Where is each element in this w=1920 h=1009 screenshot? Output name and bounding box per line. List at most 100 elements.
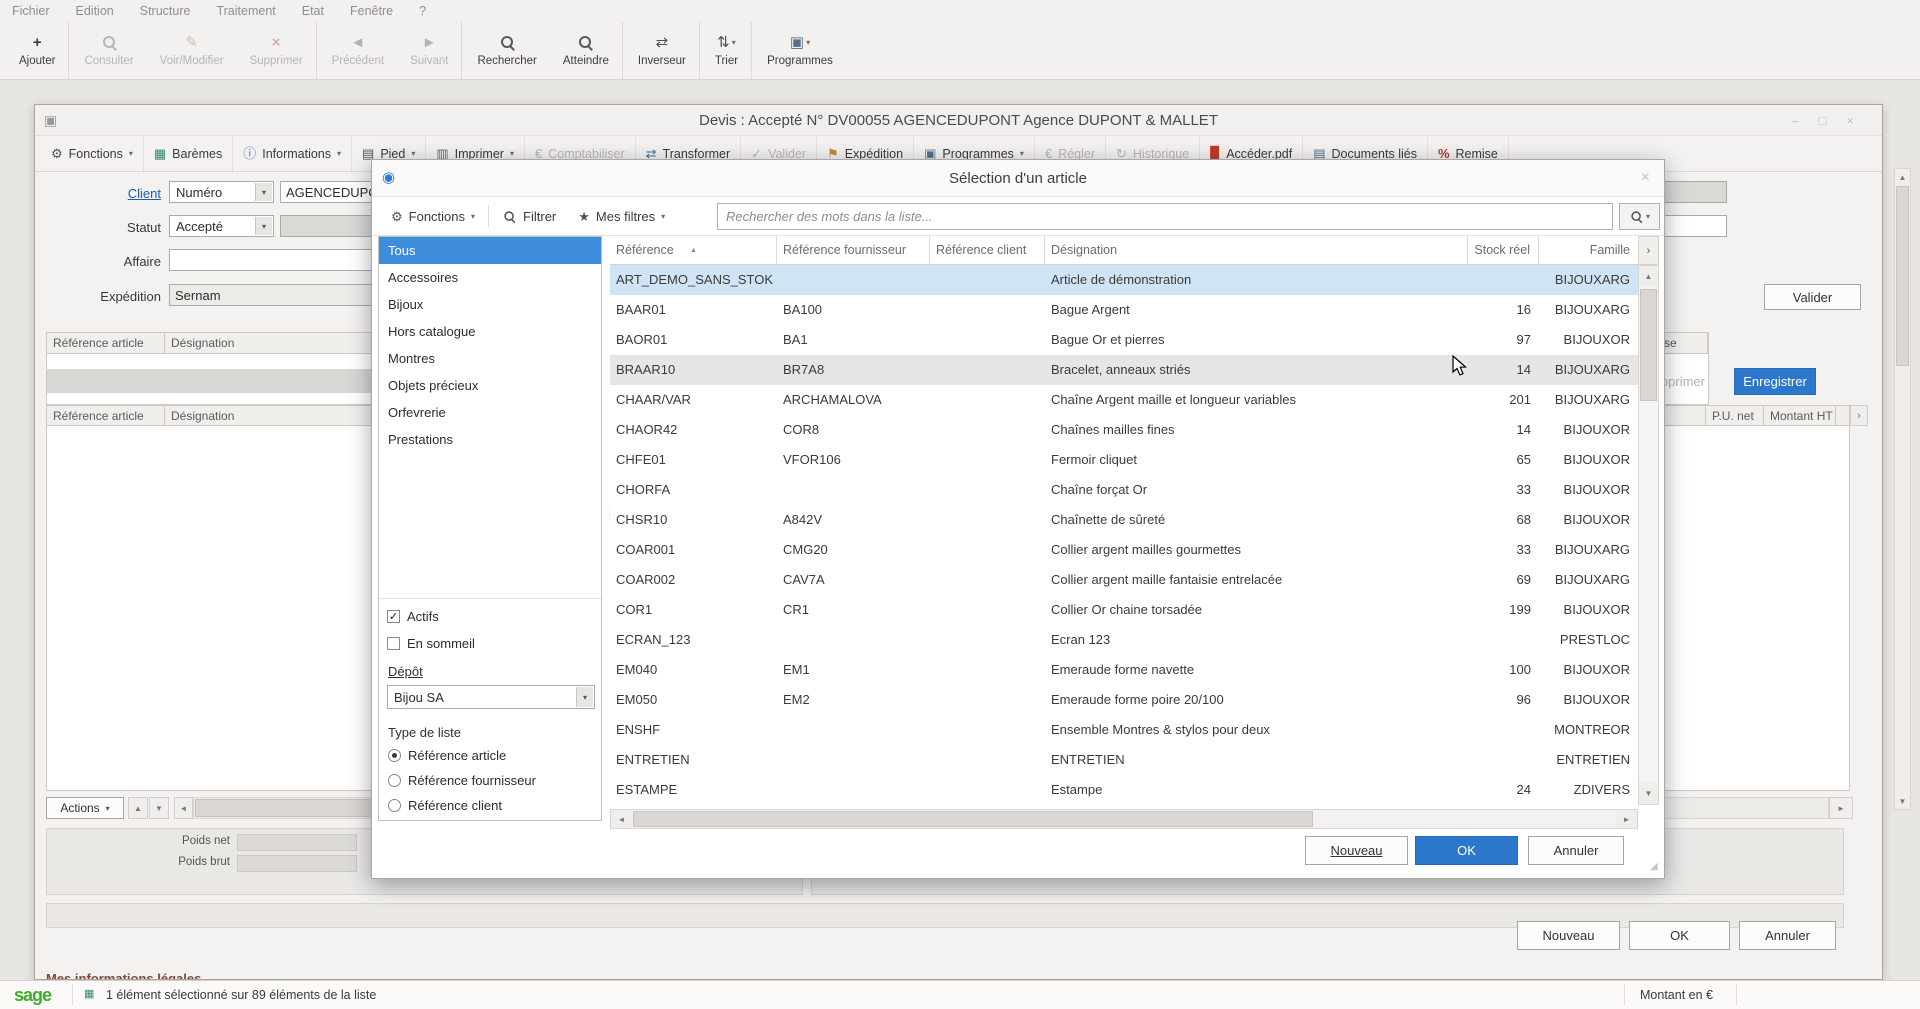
ok-button[interactable]: OK <box>1629 921 1730 950</box>
category-item[interactable]: Hors catalogue <box>379 318 601 345</box>
list-type-radio[interactable]: Référence fournisseur <box>388 773 536 788</box>
toolbar-button[interactable]: ▾ Voir/Modifier <box>147 22 237 79</box>
column-chooser-button[interactable]: › <box>1638 236 1659 265</box>
hscroll-thumb[interactable] <box>633 811 1313 827</box>
table-row[interactable]: ART_DEMO_SANS_STOK Article de démonstrat… <box>610 265 1638 295</box>
close-icon[interactable]: × <box>1846 113 1854 128</box>
nouveau-button[interactable]: Nouveau <box>1517 921 1620 950</box>
column-header[interactable]: P.U. net <box>1706 406 1764 425</box>
toolbar-button[interactable]: ▾ Rechercher <box>464 22 549 79</box>
client-link[interactable]: Client <box>81 186 161 201</box>
search-input[interactable] <box>717 203 1613 230</box>
toolbar-button[interactable]: ▾ Inverseur <box>625 22 700 79</box>
table-row[interactable]: ESTAMPE Estampe 24 ZDIVERS <box>610 775 1638 805</box>
table-row[interactable]: BAOR01 BA1 Bague Or et pierres 97 BIJOUX… <box>610 325 1638 355</box>
ribbon-button[interactable]: Fonctions ▾ <box>41 136 144 171</box>
menu-item[interactable]: Traitement <box>216 4 275 18</box>
category-item[interactable]: Orfevrerie <box>379 399 601 426</box>
row-up-button[interactable]: ▲ <box>128 797 148 819</box>
enregistrer-button[interactable]: Enregistrer <box>1734 368 1816 395</box>
table-row[interactable]: CHAOR42 COR8 Chaînes mailles fines 14 BI… <box>610 415 1638 445</box>
category-item[interactable]: Accessoires <box>379 264 601 291</box>
actifs-checkbox[interactable]: ✓ Actifs <box>387 609 439 624</box>
hscroll-left-button[interactable]: ◄ <box>611 810 632 828</box>
client-mode-select[interactable]: Numéro ▾ <box>169 181 274 203</box>
table-row[interactable]: ENSHF Ensemble Montres & stylos pour deu… <box>610 715 1638 745</box>
filtrer-button[interactable]: Filtrer <box>491 197 567 235</box>
dialog-ok-button[interactable]: OK <box>1415 836 1518 865</box>
depot-select[interactable]: Bijou SA ▾ <box>387 685 595 709</box>
table-row[interactable]: CHAAR/VAR ARCHAMALOVA Chaîne Argent mail… <box>610 385 1638 415</box>
column-header-famille[interactable]: Famille <box>1539 236 1638 265</box>
column-header-designation[interactable]: Désignation <box>1045 236 1468 265</box>
dialog-fonctions-button[interactable]: Fonctions ▾ <box>380 197 486 235</box>
table-row[interactable]: COAR001 CMG20 Collier argent mailles gou… <box>610 535 1638 565</box>
row-down-button[interactable]: ▼ <box>149 797 169 819</box>
menu-item[interactable]: Structure <box>140 4 191 18</box>
toolbar-button[interactable]: ▾ Atteindre <box>550 22 623 79</box>
table-row[interactable]: ECRAN_123 Ecran 123 PRESTLOC <box>610 625 1638 655</box>
toolbar-button[interactable]: ▾ Ajouter <box>6 22 69 79</box>
depot-label[interactable]: Dépôt <box>388 664 423 679</box>
category-item[interactable]: Prestations <box>379 426 601 453</box>
table-row[interactable]: CHFE01 VFOR106 Fermoir cliquet 65 BIJOUX… <box>610 445 1638 475</box>
vscroll-up-button[interactable]: ▲ <box>1639 266 1658 287</box>
toolbar-button[interactable]: ▾ Supprimer <box>237 22 317 79</box>
toolbar-button[interactable]: ▾ Suivant <box>397 22 462 79</box>
annuler-button[interactable]: Annuler <box>1739 921 1836 950</box>
toolbar-button[interactable]: ▾ Programmes <box>754 22 846 79</box>
toolbar-button[interactable]: ▾ Consulter <box>71 22 146 79</box>
dialog-annuler-button[interactable]: Annuler <box>1528 836 1624 865</box>
actions-button[interactable]: Actions ▾ <box>46 797 124 819</box>
hscroll-right-button[interactable]: ► <box>1616 810 1637 828</box>
list-type-radio[interactable]: Référence article <box>388 748 506 763</box>
menu-item[interactable]: Edition <box>76 4 114 18</box>
search-button[interactable]: ▾ <box>1619 203 1660 230</box>
ribbon-button[interactable]: Barèmes ▾ <box>144 136 233 171</box>
menu-item[interactable]: ? <box>419 4 426 18</box>
toolbar-button[interactable]: ▾ Précédent <box>319 22 397 79</box>
ribbon-button[interactable]: Informations ▾ <box>233 136 352 171</box>
close-icon[interactable]: × <box>1641 169 1650 187</box>
table-row[interactable]: COAR002 CAV7A Collier argent maille fant… <box>610 565 1638 595</box>
category-item[interactable]: Montres <box>379 345 601 372</box>
hscroll-left-button[interactable]: ◄ <box>174 797 193 819</box>
valider-button[interactable]: Valider <box>1764 284 1861 310</box>
table-row[interactable]: EM050 EM2 Emeraude forme poire 20/100 96… <box>610 685 1638 715</box>
window-titlebar[interactable]: Devis : Accepté N° DV00055 AGENCEDUPONT … <box>35 105 1882 136</box>
table-row[interactable]: EM040 EM1 Emeraude forme navette 100 BIJ… <box>610 655 1638 685</box>
column-header-stock[interactable]: Stock réel <box>1468 236 1539 265</box>
vscroll-thumb[interactable] <box>1896 186 1909 366</box>
dialog-nouveau-button[interactable]: Nouveau <box>1305 836 1408 865</box>
menu-item[interactable]: Fichier <box>12 4 50 18</box>
column-header[interactable]: Référence article <box>47 406 165 425</box>
minimize-icon[interactable]: – <box>1791 113 1798 128</box>
column-header-client[interactable]: Référence client <box>930 236 1045 265</box>
table-row[interactable]: BAAR01 BA100 Bague Argent 16 BIJOUXARG <box>610 295 1638 325</box>
table-row[interactable]: COR1 CR1 Collier Or chaine torsadée 199 … <box>610 595 1638 625</box>
vscroll-down-button[interactable]: ▼ <box>1895 793 1910 809</box>
resize-grip[interactable]: ◢ <box>1650 861 1658 872</box>
app-vscrollbar[interactable]: ▲ ▼ <box>1894 168 1911 810</box>
column-chooser-button[interactable]: › <box>1850 405 1868 426</box>
table-hscrollbar[interactable]: ◄ ► <box>610 809 1638 829</box>
vscroll-thumb[interactable] <box>1640 289 1657 401</box>
column-header-reference[interactable]: Référence▲ <box>610 236 777 265</box>
table-row[interactable]: CHSR10 A842V Chaînette de sûreté 68 BIJO… <box>610 505 1638 535</box>
hscroll-right-button[interactable]: ► <box>1829 797 1853 819</box>
category-item[interactable]: Bijoux <box>379 291 601 318</box>
toolbar-button[interactable]: ▾ Trier <box>702 22 752 79</box>
table-row[interactable]: BRAAR10 BR7A8 Bracelet, anneaux striés 1… <box>610 355 1638 385</box>
category-item[interactable]: Objets précieux <box>379 372 601 399</box>
table-vscrollbar[interactable]: ▲ ▼ <box>1638 265 1659 805</box>
statut-select[interactable]: Accepté ▾ <box>169 215 274 237</box>
column-header[interactable]: Montant HT <box>1764 406 1836 425</box>
dialog-titlebar[interactable]: Sélection d'un article × <box>372 160 1664 197</box>
vscroll-up-button[interactable]: ▲ <box>1895 169 1910 185</box>
maximize-icon[interactable]: □ <box>1819 113 1827 128</box>
vscroll-down-button[interactable]: ▼ <box>1639 783 1658 804</box>
table-row[interactable]: CHORFA Chaîne forçat Or 33 BIJOUXOR <box>610 475 1638 505</box>
list-type-radio[interactable]: Référence client <box>388 798 502 813</box>
mes-filtres-button[interactable]: Mes filtres ▾ <box>567 197 676 235</box>
category-item[interactable]: Tous <box>379 237 601 264</box>
